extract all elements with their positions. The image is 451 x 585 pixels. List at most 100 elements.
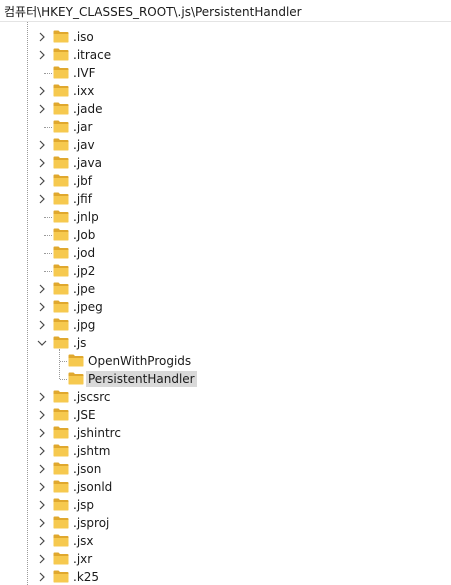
chevron-right-icon[interactable]	[36, 157, 48, 169]
tree-item[interactable]: .Job	[0, 226, 451, 244]
folder-icon	[53, 318, 69, 331]
chevron-right-icon[interactable]	[36, 85, 48, 97]
registry-tree: .iso .itrace .IVF .ixx .jade .jar .jav .java .jb…	[0, 22, 451, 585]
tree-item[interactable]: .jsproj	[0, 514, 451, 532]
chevron-right-icon[interactable]	[36, 31, 48, 43]
tree-item-label[interactable]: .jpg	[71, 317, 97, 333]
tree-item[interactable]: .jpg	[0, 316, 451, 334]
chevron-right-icon[interactable]	[36, 553, 48, 565]
tree-subitem[interactable]: OpenWithProgids	[0, 352, 451, 370]
tree-item-label[interactable]: .itrace	[71, 47, 113, 63]
tree-item-label[interactable]: .jfif	[71, 191, 94, 207]
tree-item-label[interactable]: PersistentHandler	[86, 371, 197, 387]
tree-item-label[interactable]: .JSE	[71, 407, 98, 423]
tree-item[interactable]: .jod	[0, 244, 451, 262]
tree-item[interactable]: .ixx	[0, 82, 451, 100]
folder-icon	[68, 354, 84, 367]
tree-item-label[interactable]: .iso	[71, 29, 96, 45]
tree-child-guide	[59, 349, 60, 379]
tree-item[interactable]: .jsonld	[0, 478, 451, 496]
tree-item[interactable]: .jp2	[0, 262, 451, 280]
folder-icon	[53, 498, 69, 511]
tree-item[interactable]: .jpe	[0, 280, 451, 298]
chevron-right-icon[interactable]	[36, 175, 48, 187]
folder-icon	[53, 66, 69, 79]
folder-icon	[53, 210, 69, 223]
tree-item-label[interactable]: .jsproj	[71, 515, 111, 531]
tree-item[interactable]: .jar	[0, 118, 451, 136]
tree-item-label[interactable]: .jpeg	[71, 299, 105, 315]
tree-item-label[interactable]: .jnlp	[71, 209, 101, 225]
tree-item[interactable]: .itrace	[0, 46, 451, 64]
tree-item-label[interactable]: .jar	[71, 119, 94, 135]
chevron-right-icon[interactable]	[36, 139, 48, 151]
tree-item[interactable]: .jxr	[0, 550, 451, 568]
chevron-right-icon[interactable]	[36, 445, 48, 457]
tree-item-label[interactable]: .jod	[71, 245, 97, 261]
folder-icon	[53, 138, 69, 151]
tree-item-label[interactable]: .k25	[71, 569, 101, 585]
tree-item[interactable]: .java	[0, 154, 451, 172]
tree-item[interactable]: .jbf	[0, 172, 451, 190]
tree-item[interactable]: .jnlp	[0, 208, 451, 226]
chevron-right-icon[interactable]	[36, 571, 48, 583]
chevron-right-icon[interactable]	[36, 499, 48, 511]
chevron-right-icon[interactable]	[36, 463, 48, 475]
tree-item-label[interactable]: .jscsrc	[71, 389, 113, 405]
tree-item-label[interactable]: .IVF	[71, 65, 97, 81]
tree-item[interactable]: .jfif	[0, 190, 451, 208]
tree-item-label[interactable]: .ixx	[71, 83, 96, 99]
tree-item[interactable]: .jsp	[0, 496, 451, 514]
chevron-right-icon[interactable]	[36, 193, 48, 205]
tree-connector	[60, 361, 67, 362]
tree-item[interactable]: .JSE	[0, 406, 451, 424]
tree-item[interactable]: .iso	[0, 28, 451, 46]
chevron-right-icon[interactable]	[36, 391, 48, 403]
tree-item-label[interactable]: .jxr	[71, 551, 94, 567]
tree-item[interactable]: .jpeg	[0, 298, 451, 316]
chevron-right-icon[interactable]	[36, 427, 48, 439]
chevron-right-icon[interactable]	[36, 535, 48, 547]
tree-item[interactable]: .jshintrc	[0, 424, 451, 442]
tree-item[interactable]: .js	[0, 334, 451, 352]
tree-item-label[interactable]: .jsx	[71, 533, 96, 549]
tree-item-label[interactable]: .jsp	[71, 497, 96, 513]
tree-item[interactable]: .jade	[0, 100, 451, 118]
tree-item[interactable]: .jsx	[0, 532, 451, 550]
tree-item-label[interactable]: OpenWithProgids	[86, 353, 193, 369]
chevron-right-icon[interactable]	[36, 103, 48, 115]
chevron-down-icon[interactable]	[36, 337, 48, 349]
address-bar[interactable]: 컴퓨터\HKEY_CLASSES_ROOT\.js\PersistentHand…	[0, 0, 451, 22]
chevron-right-icon[interactable]	[36, 319, 48, 331]
tree-item[interactable]: .jscsrc	[0, 388, 451, 406]
tree-item-label[interactable]: .java	[71, 155, 104, 171]
tree-item-label[interactable]: .jshintrc	[71, 425, 123, 441]
folder-icon	[53, 426, 69, 439]
tree-item-label[interactable]: .jp2	[71, 263, 97, 279]
chevron-right-icon[interactable]	[36, 517, 48, 529]
tree-connector	[44, 217, 52, 218]
tree-subitem[interactable]: PersistentHandler	[0, 370, 451, 388]
tree-item[interactable]: .k25	[0, 568, 451, 585]
tree-item[interactable]: .jshtm	[0, 442, 451, 460]
tree-item[interactable]: .jav	[0, 136, 451, 154]
tree-item[interactable]: .json	[0, 460, 451, 478]
tree-item-label[interactable]: .jsonld	[71, 479, 114, 495]
tree-item-label[interactable]: .jade	[71, 101, 105, 117]
chevron-right-icon[interactable]	[36, 301, 48, 313]
tree-item[interactable]: .IVF	[0, 64, 451, 82]
folder-icon	[53, 390, 69, 403]
tree-item-label[interactable]: .jpe	[71, 281, 97, 297]
chevron-right-icon[interactable]	[36, 409, 48, 421]
tree-item-label[interactable]: .jshtm	[71, 443, 112, 459]
tree-item-label[interactable]: .jav	[71, 137, 97, 153]
tree-item-label[interactable]: .json	[71, 461, 103, 477]
chevron-right-icon[interactable]	[36, 481, 48, 493]
tree-item-label[interactable]: .js	[71, 335, 88, 351]
chevron-right-icon[interactable]	[36, 283, 48, 295]
address-path[interactable]: 컴퓨터\HKEY_CLASSES_ROOT\.js\PersistentHand…	[4, 3, 302, 20]
folder-icon	[53, 336, 69, 349]
tree-item-label[interactable]: .jbf	[71, 173, 94, 189]
chevron-right-icon[interactable]	[36, 49, 48, 61]
tree-item-label[interactable]: .Job	[71, 227, 97, 243]
